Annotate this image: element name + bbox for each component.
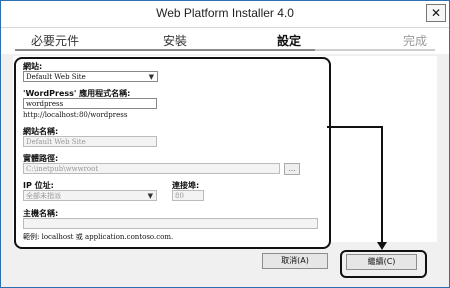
- ip-dropdown: 全部未指派 ▼: [23, 190, 157, 201]
- site-dropdown[interactable]: Default Web Site ▼: [23, 71, 158, 82]
- app-name-input[interactable]: wordpress: [23, 98, 157, 109]
- host-input: [23, 218, 318, 229]
- progress-line-remaining: [315, 49, 435, 51]
- cancel-button[interactable]: 取消(A): [262, 253, 328, 269]
- step-finish: 完成: [403, 34, 428, 48]
- site-settings-panel: 網站: Default Web Site ▼ 'WordPress' 應用程式名…: [14, 57, 331, 249]
- step-configure: 設定: [277, 34, 302, 48]
- physical-path-input: C:\inetpub\wwwroot: [23, 163, 280, 174]
- site-name-input: Default Web Site: [23, 136, 157, 147]
- arrow-connector-vertical: [381, 126, 383, 244]
- site-dropdown-value: Default Web Site: [26, 73, 86, 81]
- host-example-note: 範例: localhost 或 application.contoso.com.: [23, 233, 174, 241]
- step-prerequisites: 必要元件: [31, 34, 80, 48]
- window-title: Web Platform Installer 4.0: [156, 6, 294, 20]
- wizard-steps: 必要元件 安裝 設定 完成: [1, 28, 449, 54]
- chevron-down-icon: ▼: [147, 192, 153, 200]
- ip-dropdown-value: 全部未指派: [26, 192, 61, 200]
- arrow-down-icon: [377, 242, 387, 250]
- step-install: 安裝: [163, 34, 188, 48]
- port-input: 80: [172, 190, 204, 201]
- title-bar: Web Platform Installer 4.0 ✕: [1, 1, 449, 28]
- continue-highlight-frame: [340, 250, 427, 278]
- progress-line: [15, 49, 315, 51]
- app-url-note: http://localhost:80/wordpress: [23, 111, 128, 119]
- close-button[interactable]: ✕: [426, 4, 446, 22]
- close-icon: ✕: [430, 6, 442, 20]
- chevron-down-icon: ▼: [148, 73, 154, 81]
- browse-button: ...: [284, 163, 300, 175]
- arrow-connector-horizontal: [327, 126, 382, 128]
